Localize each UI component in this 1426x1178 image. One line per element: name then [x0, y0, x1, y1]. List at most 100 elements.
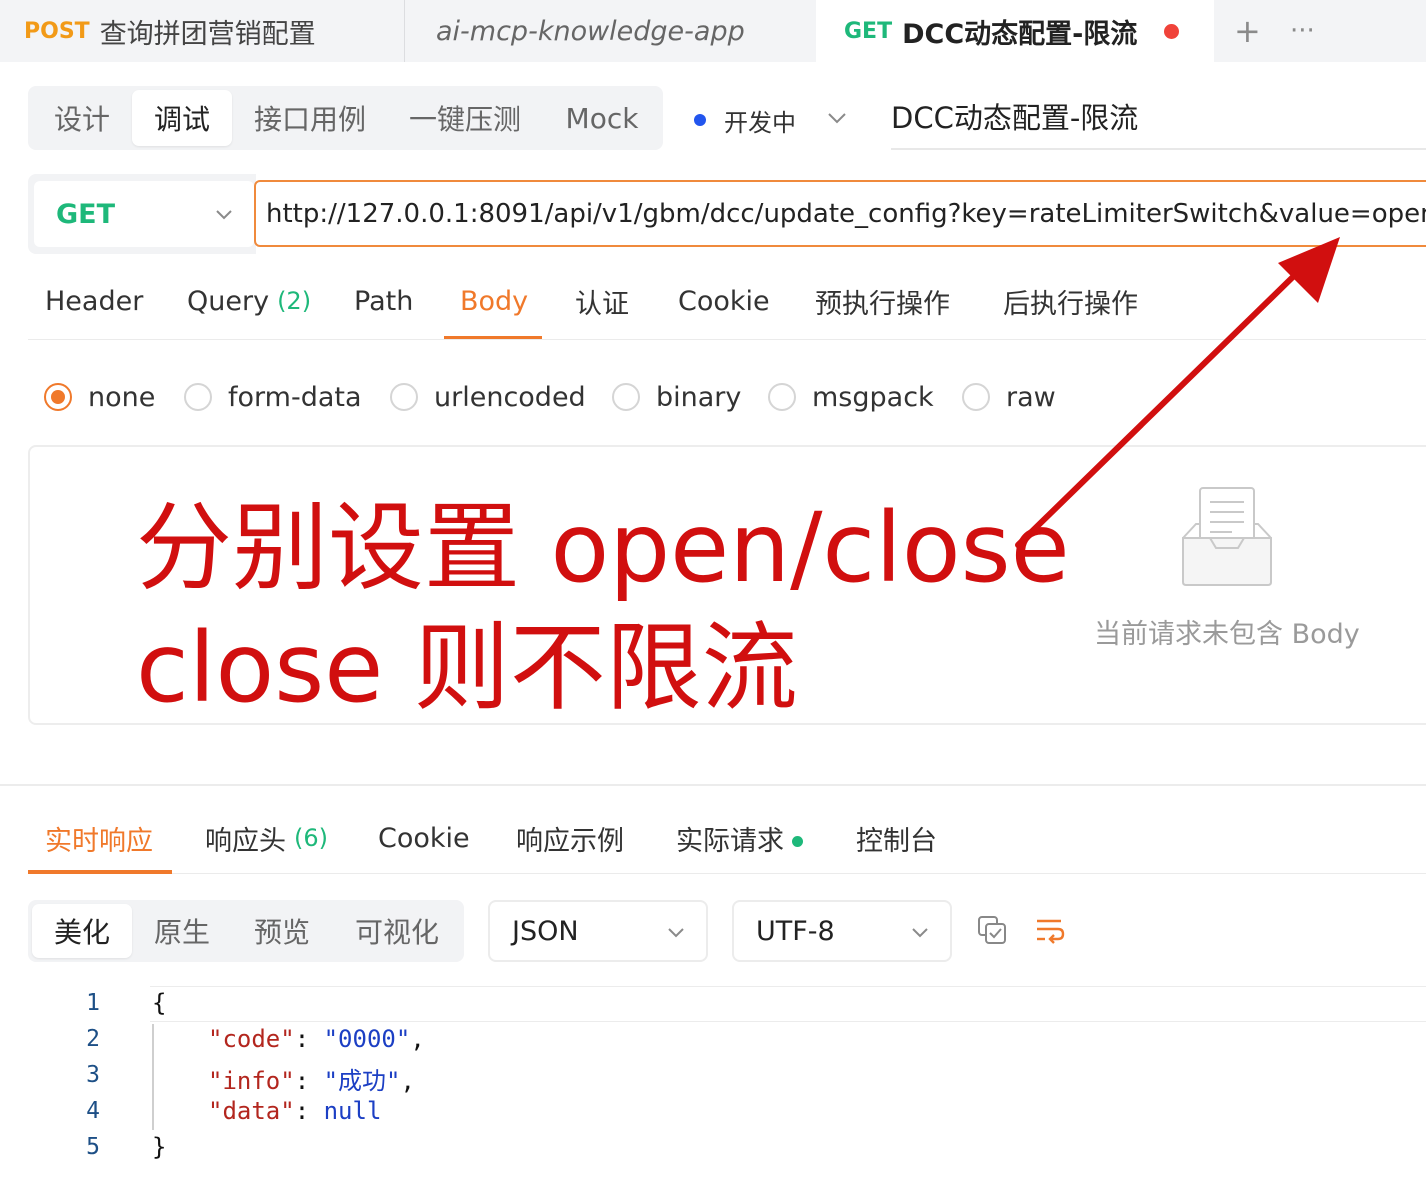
req-tab-query[interactable]: Query (2): [187, 262, 311, 340]
more-icon[interactable]: ···: [1290, 0, 1315, 62]
req-tab-label: Header: [45, 285, 144, 317]
resp-tab-cookie[interactable]: Cookie: [378, 806, 470, 870]
copy-check-icon[interactable]: [976, 914, 1008, 946]
encoding-select[interactable]: UTF-8: [732, 900, 952, 962]
mode-tab-mock[interactable]: Mock: [548, 90, 656, 146]
tab-title: ai-mcp-knowledge-app: [436, 15, 745, 47]
radio-none[interactable]: none: [44, 376, 155, 418]
tab-dcc-rate-limit[interactable]: GET DCC动态配置-限流: [816, 0, 1214, 62]
resp-tab-live[interactable]: 实时响应: [45, 806, 153, 870]
resp-tab-label: Cookie: [378, 822, 470, 854]
tab-title: DCC动态配置-限流: [902, 18, 1138, 50]
req-tab-body[interactable]: Body: [460, 262, 528, 340]
radio-label: msgpack: [812, 381, 934, 413]
doc-name-field[interactable]: DCC动态配置-限流: [891, 88, 1426, 150]
radio-label: form-data: [228, 381, 362, 413]
resp-tab-console[interactable]: 控制台: [856, 806, 937, 870]
method-select[interactable]: GET: [34, 181, 254, 247]
doc-name-text: DCC动态配置-限流: [891, 101, 1139, 135]
req-tab-pre-script[interactable]: 预执行操作: [815, 262, 950, 340]
json-value: "0000": [323, 1025, 411, 1053]
tab-method-get: GET: [844, 18, 893, 44]
code-line: }: [152, 1133, 166, 1161]
method-label: GET: [56, 198, 116, 230]
req-tab-path[interactable]: Path: [354, 262, 413, 340]
resp-tab-label: 实时响应: [45, 825, 153, 857]
view-tab-preview[interactable]: 预览: [232, 904, 332, 958]
env-status-dot: [694, 114, 706, 126]
body-empty-text: 当前请求未包含 Body: [1094, 619, 1360, 650]
chevron-down-icon: [912, 928, 928, 938]
mode-segmented-control: 设计 调试 接口用例 一键压测 Mock: [28, 86, 663, 150]
json-brace: }: [152, 1133, 167, 1161]
radio-msgpack[interactable]: msgpack: [768, 376, 934, 418]
req-tab-header[interactable]: Header: [45, 262, 143, 340]
radio-label: urlencoded: [434, 381, 586, 413]
mode-tab-load-test[interactable]: 一键压测: [394, 90, 536, 146]
json-key: "info": [208, 1067, 295, 1095]
code-line: "code": "0000",: [208, 1025, 425, 1053]
tab-strip: POST 查询拼团营销配置 ai-mcp-knowledge-app GET D…: [0, 0, 1426, 62]
req-tab-label: Body: [460, 285, 529, 317]
annotation-line-1: 分别设置 open/close: [136, 492, 1070, 604]
resp-tab-label: 实际请求: [676, 825, 784, 857]
tab-ai-mcp-knowledge-app[interactable]: ai-mcp-knowledge-app: [404, 0, 816, 62]
resp-tab-count: (6): [294, 824, 328, 852]
env-selector[interactable]: 开发中: [694, 98, 796, 142]
radio-circle: [612, 383, 640, 411]
json-key: "data": [208, 1097, 295, 1125]
req-tab-label: 认证: [575, 288, 629, 320]
resp-tab-actual-request[interactable]: 实际请求: [676, 806, 803, 870]
resp-tab-label: 响应示例: [516, 825, 624, 857]
req-tab-count: (2): [277, 287, 312, 315]
req-tab-auth[interactable]: 认证: [575, 262, 629, 340]
chevron-down-icon: [668, 928, 684, 938]
req-tab-label: Cookie: [678, 285, 770, 317]
json-key: "code": [208, 1025, 295, 1053]
pane-separator[interactable]: [0, 784, 1426, 786]
view-tab-pretty[interactable]: 美化: [32, 904, 132, 958]
format-select-value: JSON: [512, 915, 579, 947]
view-tab-raw[interactable]: 原生: [132, 904, 232, 958]
unsaved-indicator: [1164, 24, 1179, 39]
radio-binary[interactable]: binary: [612, 376, 741, 418]
json-comma: ,: [410, 1025, 425, 1053]
req-tab-label: Path: [354, 285, 414, 317]
status-dot: [792, 835, 803, 847]
active-tab-underline: [28, 870, 172, 874]
mode-tab-design[interactable]: 设计: [32, 90, 132, 146]
view-tab-visualize[interactable]: 可视化: [334, 904, 460, 958]
radio-circle: [390, 383, 418, 411]
format-select[interactable]: JSON: [488, 900, 708, 962]
add-icon[interactable]: +: [1234, 0, 1261, 62]
radio-urlencoded[interactable]: urlencoded: [390, 376, 586, 418]
annotation-line-2: close 则不限流: [136, 612, 798, 724]
url-text: http://127.0.0.1:8091/api/v1/gbm/dcc/upd…: [266, 198, 1426, 229]
mode-tab-test-cases[interactable]: 接口用例: [238, 90, 382, 146]
indent-guide: [152, 1024, 154, 1130]
line-number: 3: [86, 1062, 100, 1088]
method-select-wrap: GET: [28, 174, 256, 254]
resp-tab-examples[interactable]: 响应示例: [516, 806, 624, 870]
encoding-select-value: UTF-8: [756, 915, 835, 947]
env-label: 开发中: [724, 108, 796, 137]
current-line-highlight: [150, 987, 1426, 1022]
mode-tab-debug[interactable]: 调试: [132, 90, 232, 146]
radio-circle: [184, 383, 212, 411]
req-tab-label: 预执行操作: [815, 288, 950, 320]
radio-label: none: [88, 381, 156, 413]
tab-post-query-config[interactable]: POST 查询拼团营销配置: [0, 0, 404, 62]
radio-circle: [768, 383, 796, 411]
tab-title: 查询拼团营销配置: [99, 18, 316, 50]
radio-form-data[interactable]: form-data: [184, 376, 362, 418]
annotation-arrow-icon: [1015, 237, 1340, 548]
chevron-down-icon[interactable]: [826, 104, 848, 134]
resp-tab-headers[interactable]: 响应头 (6): [205, 806, 328, 870]
resp-tab-label: 响应头: [205, 825, 286, 857]
view-mode-segmented-control: 美化 原生 预览 可视化: [28, 900, 464, 962]
wrap-lines-icon[interactable]: [1034, 914, 1066, 946]
code-line: "info": "成功",: [208, 1067, 415, 1095]
json-value: "成功": [323, 1067, 401, 1095]
json-brace: {: [152, 989, 167, 1017]
req-tab-cookie[interactable]: Cookie: [678, 262, 770, 340]
